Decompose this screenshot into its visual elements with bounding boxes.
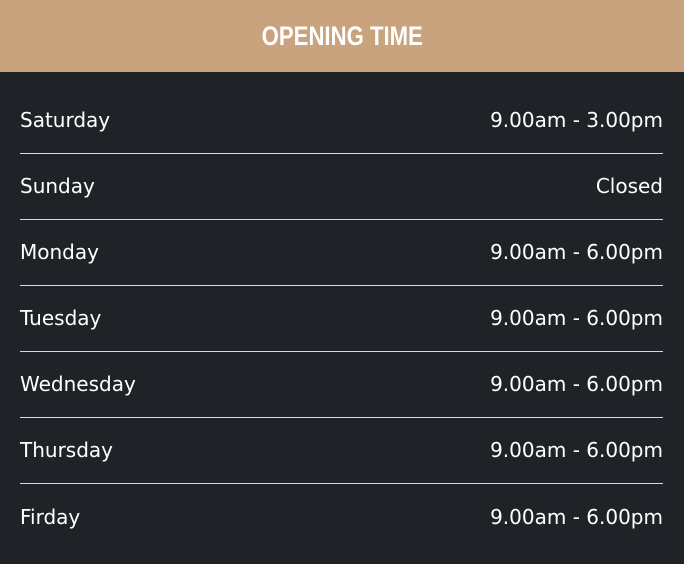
- hours-value: 9.00am - 6.00pm: [490, 306, 663, 330]
- day-label: Thursday: [20, 438, 113, 462]
- hours-value: 9.00am - 6.00pm: [490, 372, 663, 396]
- schedule-row-saturday: Saturday 9.00am - 3.00pm: [20, 87, 663, 154]
- schedule-row-thursday: Thursday 9.00am - 6.00pm: [20, 417, 663, 484]
- day-label: Tuesday: [20, 306, 102, 330]
- day-label: Saturday: [20, 108, 111, 132]
- hours-value: 9.00am - 6.00pm: [490, 438, 663, 462]
- schedule-list: Saturday 9.00am - 3.00pm Sunday Closed M…: [0, 87, 684, 550]
- schedule-row-sunday: Sunday Closed: [20, 153, 663, 220]
- schedule-row-tuesday: Tuesday 9.00am - 6.00pm: [20, 285, 663, 352]
- day-label: Firday: [20, 504, 81, 529]
- hours-value: 9.00am - 6.00pm: [490, 240, 663, 264]
- hours-value: 9.00am - 3.00pm: [490, 108, 663, 132]
- schedule-row-friday: Firday 9.00am - 6.00pm: [20, 483, 663, 550]
- hours-value: Closed: [595, 174, 663, 198]
- panel-header: OPENING TIME: [0, 0, 684, 72]
- day-label: Monday: [20, 240, 99, 264]
- hours-value: 9.00am - 6.00pm: [490, 504, 663, 529]
- day-label: Sunday: [20, 174, 95, 198]
- opening-time-panel: OPENING TIME Saturday 9.00am - 3.00pm Su…: [0, 0, 684, 564]
- header-title: OPENING TIME: [261, 20, 423, 51]
- schedule-row-wednesday: Wednesday 9.00am - 6.00pm: [20, 351, 663, 418]
- schedule-row-monday: Monday 9.00am - 6.00pm: [20, 219, 663, 286]
- day-label: Wednesday: [20, 372, 136, 396]
